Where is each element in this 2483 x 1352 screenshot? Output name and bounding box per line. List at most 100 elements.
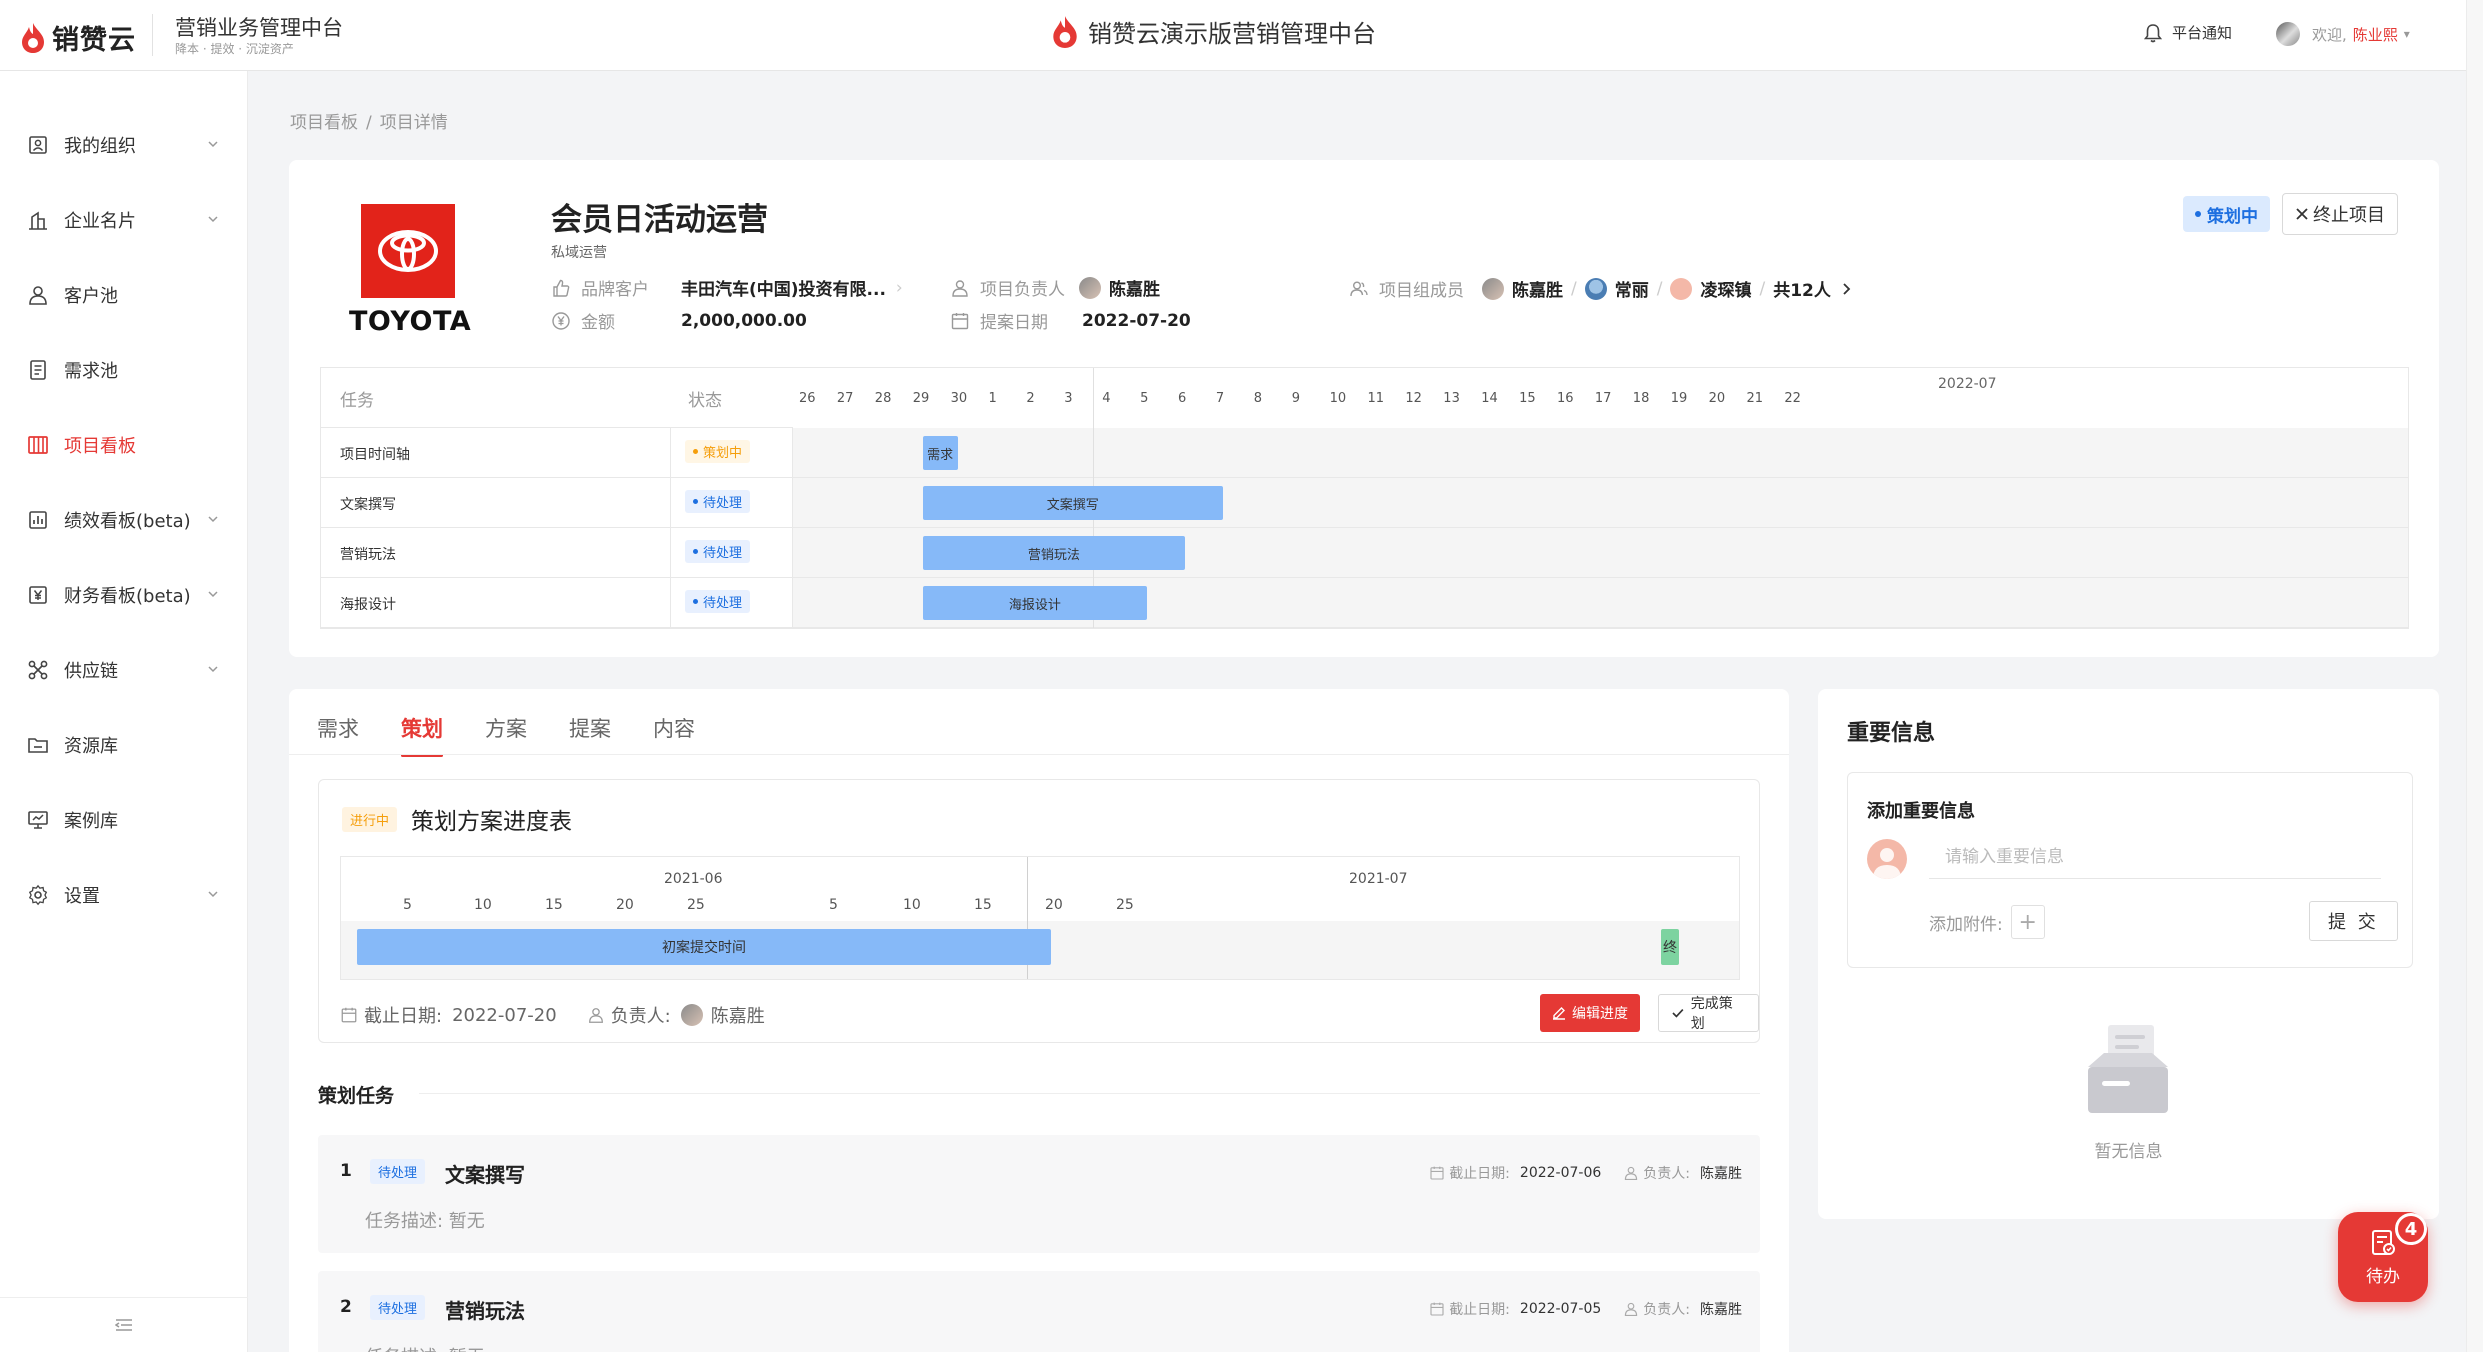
list-item[interactable]: 1 待处理 文案撰写 任务描述: 暂无 截止日期: 2022-07-06 负责人:… [318,1135,1760,1253]
avatar [2276,22,2300,46]
brand-customer-label: 品牌客户 [581,280,649,300]
page-scrollbar[interactable] [2466,0,2483,1352]
brand-customer-value[interactable]: 丰田汽车(中国)投资有限... [681,275,886,300]
gantt-day-label: 27 [836,391,854,406]
bell-icon [2144,23,2162,42]
status-badge: 待处理 [685,490,751,513]
platform-notice[interactable]: 平台通知 [2144,22,2232,43]
sidebar-item-performance-board[interactable]: 绩效看板(beta) [0,495,248,545]
edit-progress-button[interactable]: 编辑进度 [1540,994,1640,1032]
todo-count-badge: 4 [2395,1213,2427,1245]
gantt-row[interactable]: 海报设计 待处理 [321,578,793,628]
sidebar-item-customer-pool[interactable]: 客户池 [0,270,248,320]
yen-icon [26,583,50,607]
task-meta: 截止日期: 2022-07-05 负责人: 陈嘉胜 [1429,1299,1742,1319]
tab-planning[interactable]: 策划 [401,713,443,757]
logo-divider [152,14,153,56]
owner-label: 项目负责人 [980,280,1065,300]
breadcrumb-item-project-board[interactable]: 项目看板 [290,113,358,133]
edit-icon [1553,1007,1565,1020]
gantt-day-label: 15 [1519,391,1536,406]
avatar [680,1004,703,1026]
gantt-day-label: 10 [1329,391,1347,406]
chevron-down-icon [208,216,218,223]
terminate-project-button[interactable]: 终止项目 [2282,193,2398,235]
sidebar-item-case-library[interactable]: 案例库 [0,795,248,845]
gantt-day-label: 16 [1557,391,1574,406]
important-info-input[interactable] [1929,835,2381,879]
gantt-row[interactable]: 项目时间轴 策划中 [321,428,793,478]
gantt-row[interactable]: 营销玩法 待处理 [321,528,793,578]
status-badge: 待处理 [685,540,751,563]
gantt-day-label: 22 [1784,391,1801,406]
submit-button[interactable]: 提 交 [2309,901,2398,941]
gantt-month-label: 2021-07 [1349,871,1408,887]
menu-fold-icon [115,1319,132,1331]
status-text: 策划中 [2207,206,2258,227]
complete-planning-button[interactable]: 完成策划 [1658,994,1759,1032]
user-name: 陈业熙 [2352,25,2398,44]
gantt-day-label: 10 [903,897,921,913]
sidebar-item-label: 我的组织 [64,136,136,157]
owner-value: 陈嘉胜 [710,1006,765,1027]
gantt-bar[interactable]: 文案撰写 [922,486,1223,520]
avatar [1867,839,1907,879]
deadline-label: 截止日期: [364,1006,443,1027]
sidebar-item-demand-pool[interactable]: 需求池 [0,345,248,395]
sidebar-item-resource-library[interactable]: 资源库 [0,720,248,770]
sidebar-item-supply-chain[interactable]: 供应链 [0,645,248,695]
sidebar-item-company-card[interactable]: 企业名片 [0,195,248,245]
avatar [1482,277,1504,300]
breadcrumb: 项目看板 / 项目详情 [290,113,448,133]
sidebar-item-project-board[interactable]: 项目看板 [0,420,248,470]
chevron-down-icon: ▾ [2403,27,2410,41]
building-icon [26,208,50,232]
calendar-icon [951,312,969,329]
task-number: 1 [340,1161,352,1181]
chevron-down-icon [208,666,218,673]
sidebar-item-finance-board[interactable]: 财务看板(beta) [0,570,248,620]
plan-gantt: 2021-06 2021-07 初案提交时间 终 5 10 15 20 25 5 10 15 2… [340,856,1740,980]
gantt-bar[interactable]: 需求 [922,436,958,470]
brand-name: TOYOTA [349,306,472,337]
sidebar-item-settings[interactable]: 设置 [0,870,248,920]
sidebar-item-org[interactable]: 我的组织 [0,120,248,170]
project-members-field[interactable]: 项目组成员 陈嘉胜 / 常丽 / 凌琛镇 / 共12人 [1349,276,1853,301]
gantt-day-label: 30 [950,391,968,406]
gantt-day-label: 21 [1746,391,1764,406]
list-item[interactable]: 2 待处理 营销玩法 任务描述: 暂无 截止日期:2022-07-05 负责人:… [318,1271,1760,1352]
owner-value: 陈嘉胜 [1109,280,1160,300]
sidebar-collapse-button[interactable] [0,1297,248,1352]
gantt-bar[interactable]: 海报设计 [922,586,1148,620]
presentation-icon [26,808,50,832]
task-number: 2 [340,1297,352,1317]
chevron-down-icon [208,891,218,898]
tab-content[interactable]: 内容 [653,713,695,757]
task-description: 任务描述: 暂无 [365,1343,485,1352]
add-attachment-button[interactable]: + [2010,905,2045,939]
plan-end-marker[interactable]: 终 [1661,929,1679,965]
user-menu[interactable]: 欢迎, 陈业熙 ▾ [2276,22,2410,46]
user-icon [26,283,50,307]
proposal-date-label: 提案日期 [980,313,1048,333]
gantt-day-label: 17 [1594,391,1612,406]
tab-proposal[interactable]: 提案 [569,713,611,757]
important-info-title: 重要信息 [1847,721,1936,746]
brand-customer-field: 品牌客户 丰田汽车(中国)投资有限... › [551,275,903,300]
gantt-day-label: 10 [474,897,492,913]
member-name: 常丽 [1614,281,1649,301]
gantt-bar[interactable]: 营销玩法 [922,536,1185,570]
tab-solution[interactable]: 方案 [485,713,527,757]
gantt-day-label: 26 [799,391,816,406]
gantt-row[interactable]: 文案撰写 待处理 [321,478,793,528]
app-logo[interactable]: 销赞云 [20,18,136,57]
gantt-task-name: 文案撰写 [340,497,396,513]
gantt-day-label: 11 [1367,391,1385,406]
proposal-date-value: 2022-07-20 [1082,310,1191,331]
amount-label: 金额 [581,313,615,333]
tab-demand[interactable]: 需求 [317,713,359,757]
user-icon [1625,1302,1638,1316]
attachment-label: 添加附件: [1929,914,2003,935]
plan-gantt-bar[interactable]: 初案提交时间 [357,929,1051,965]
status-badge: 待处理 [370,1295,426,1320]
